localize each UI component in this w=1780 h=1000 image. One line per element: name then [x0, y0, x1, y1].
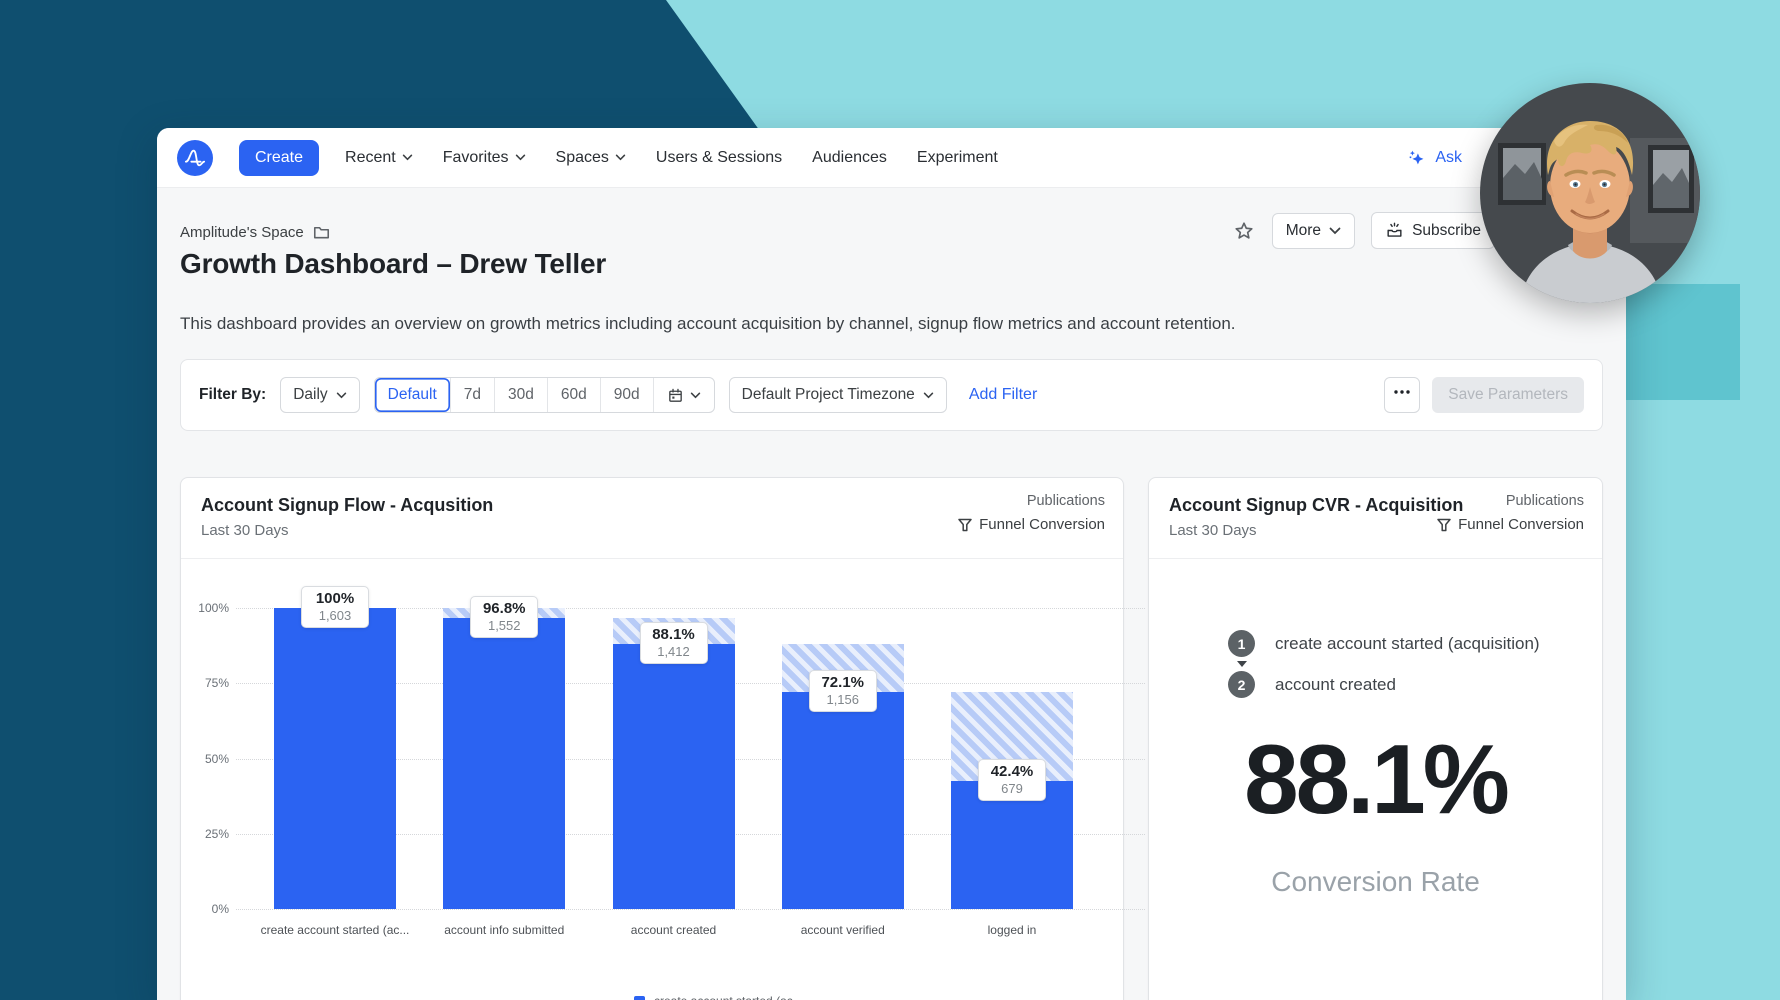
chevron-down-icon — [615, 154, 626, 161]
legend-swatch — [634, 996, 645, 1000]
x-axis-label: logged in — [927, 923, 1097, 937]
subscribe-button[interactable]: Subscribe — [1371, 212, 1495, 249]
x-axis-label: account info submitted — [419, 923, 589, 937]
folder-icon — [312, 223, 331, 242]
funnel-card-tag: Publications — [957, 493, 1105, 509]
funnel-card-header: Account Signup Flow - Acqusition Last 30… — [181, 478, 1123, 559]
page-description: This dashboard provides an overview on g… — [180, 314, 1236, 334]
funnel-legend: create account started (ac... — [634, 994, 803, 1000]
header-actions: More Subscribe — [1232, 212, 1495, 249]
bar-value-label: 96.8%1,552 — [470, 596, 538, 638]
app-window: Create Recent Favorites Spaces Users & Sess… — [157, 128, 1626, 1000]
range-option-30d[interactable]: 30d — [494, 378, 547, 412]
funnel-chart-card: Account Signup Flow - Acqusition Last 30… — [180, 477, 1124, 1000]
funnel-icon — [957, 517, 973, 533]
cvr-card-header: Account Signup CVR - Acquisition Last 30… — [1149, 478, 1602, 559]
x-axis-label: account verified — [758, 923, 928, 937]
y-axis-tick: 100% — [198, 601, 229, 615]
funnel-bar-account-created[interactable] — [613, 644, 735, 909]
sparkle-icon — [1406, 147, 1428, 169]
range-option-7d[interactable]: 7d — [450, 378, 494, 412]
timezone-dropdown[interactable]: Default Project Timezone — [729, 377, 947, 413]
chevron-down-icon — [402, 154, 413, 161]
filter-bar-right: Save Parameters — [1384, 377, 1584, 413]
user-avatar[interactable] — [1480, 83, 1700, 303]
create-button[interactable]: Create — [239, 140, 319, 176]
subscribe-icon — [1385, 221, 1404, 240]
funnel-card-meta: Publications Funnel Conversion — [957, 493, 1105, 533]
step-connector-icon — [1228, 657, 1540, 671]
gridline — [236, 909, 1145, 910]
conversion-rate-value: 88.1% — [1149, 723, 1602, 836]
cvr-card-tag: Publications — [1436, 493, 1584, 509]
more-button[interactable]: More — [1272, 213, 1355, 249]
filter-more-options-button[interactable] — [1384, 377, 1420, 413]
breadcrumb[interactable]: Amplitude's Space — [180, 223, 331, 242]
step-number-badge: 2 — [1228, 671, 1255, 698]
step-label: create account started (acquisition) — [1275, 634, 1540, 654]
funnel-plot: 100%75%50%25%0%100%1,603create account s… — [241, 608, 1105, 909]
date-picker-segment[interactable] — [653, 378, 714, 412]
nav-items: Recent Favorites Spaces Users & Sessions Aud… — [345, 149, 998, 167]
cvr-chart-type-label: Funnel Conversion — [1458, 516, 1584, 533]
range-option-90d[interactable]: 90d — [600, 378, 653, 412]
nav-item-spaces[interactable]: Spaces — [556, 149, 626, 167]
y-axis-tick: 50% — [205, 752, 229, 766]
date-range-segmented: Default7d30d60d90d — [374, 377, 715, 413]
conversion-rate-label: Conversion Rate — [1149, 866, 1602, 898]
cvr-card: Account Signup CVR - Acquisition Last 30… — [1148, 477, 1603, 1000]
interval-dropdown[interactable]: Daily — [280, 377, 359, 413]
y-axis-tick: 25% — [205, 827, 229, 841]
cvr-steps: 1 create account started (acquisition) 2 ac… — [1228, 630, 1540, 698]
bar-value-label: 88.1%1,412 — [640, 622, 708, 664]
step-number-badge: 1 — [1228, 630, 1255, 657]
page-title: Growth Dashboard – Drew Teller — [180, 248, 606, 280]
breadcrumb-label: Amplitude's Space — [180, 224, 304, 241]
save-parameters-button[interactable]: Save Parameters — [1432, 377, 1584, 413]
favorite-star-icon[interactable] — [1232, 219, 1256, 243]
y-axis-tick: 0% — [212, 902, 229, 916]
top-nav: Create Recent Favorites Spaces Users & Sess… — [157, 128, 1626, 188]
nav-item-audiences[interactable]: Audiences — [812, 149, 887, 167]
nav-item-experiment[interactable]: Experiment — [917, 149, 998, 167]
amplitude-logo-icon[interactable] — [177, 140, 213, 176]
background-accent-square — [1622, 284, 1740, 400]
ask-button[interactable]: Ask — [1406, 147, 1462, 169]
funnel-bar-account-info-submitted[interactable] — [443, 618, 565, 909]
funnel-icon — [1436, 517, 1452, 533]
funnel-chart-type: Funnel Conversion — [957, 516, 1105, 533]
interval-value: Daily — [293, 386, 327, 404]
subscribe-label: Subscribe — [1412, 222, 1481, 240]
filter-bar: Filter By: Daily Default7d30d60d90d Defa… — [180, 359, 1603, 431]
range-option-default[interactable]: Default — [375, 378, 450, 412]
add-filter-button[interactable]: Add Filter — [969, 386, 1037, 404]
filter-by-label: Filter By: — [199, 386, 266, 404]
cvr-chart-type: Funnel Conversion — [1436, 516, 1584, 533]
funnel-chart-type-label: Funnel Conversion — [979, 516, 1105, 533]
stage: Create Recent Favorites Spaces Users & Sess… — [0, 0, 1780, 1000]
nav-item-favorites[interactable]: Favorites — [443, 149, 526, 167]
more-label: More — [1286, 222, 1321, 240]
bar-value-label: 100%1,603 — [301, 586, 369, 628]
funnel-bar-account-verified[interactable] — [782, 692, 904, 909]
cvr-step-2: 2 account created — [1228, 671, 1540, 698]
funnel-bar-create-account-started-ac[interactable] — [274, 608, 396, 909]
range-option-60d[interactable]: 60d — [547, 378, 600, 412]
cvr-card-meta: Publications Funnel Conversion — [1436, 493, 1584, 533]
nav-item-recent[interactable]: Recent — [345, 149, 413, 167]
timezone-value: Default Project Timezone — [742, 386, 915, 404]
nav-item-users-sessions[interactable]: Users & Sessions — [656, 149, 782, 167]
y-axis-tick: 75% — [205, 676, 229, 690]
ask-label: Ask — [1435, 149, 1462, 167]
step-label: account created — [1275, 675, 1396, 695]
x-axis-label: create account started (ac... — [250, 923, 420, 937]
chevron-down-icon — [515, 154, 526, 161]
legend-label: create account started (ac... — [654, 994, 803, 1000]
x-axis-label: account created — [589, 923, 759, 937]
bar-value-label: 72.1%1,156 — [809, 670, 877, 712]
cvr-step-1: 1 create account started (acquisition) — [1228, 630, 1540, 657]
bar-value-label: 42.4%679 — [978, 759, 1046, 801]
